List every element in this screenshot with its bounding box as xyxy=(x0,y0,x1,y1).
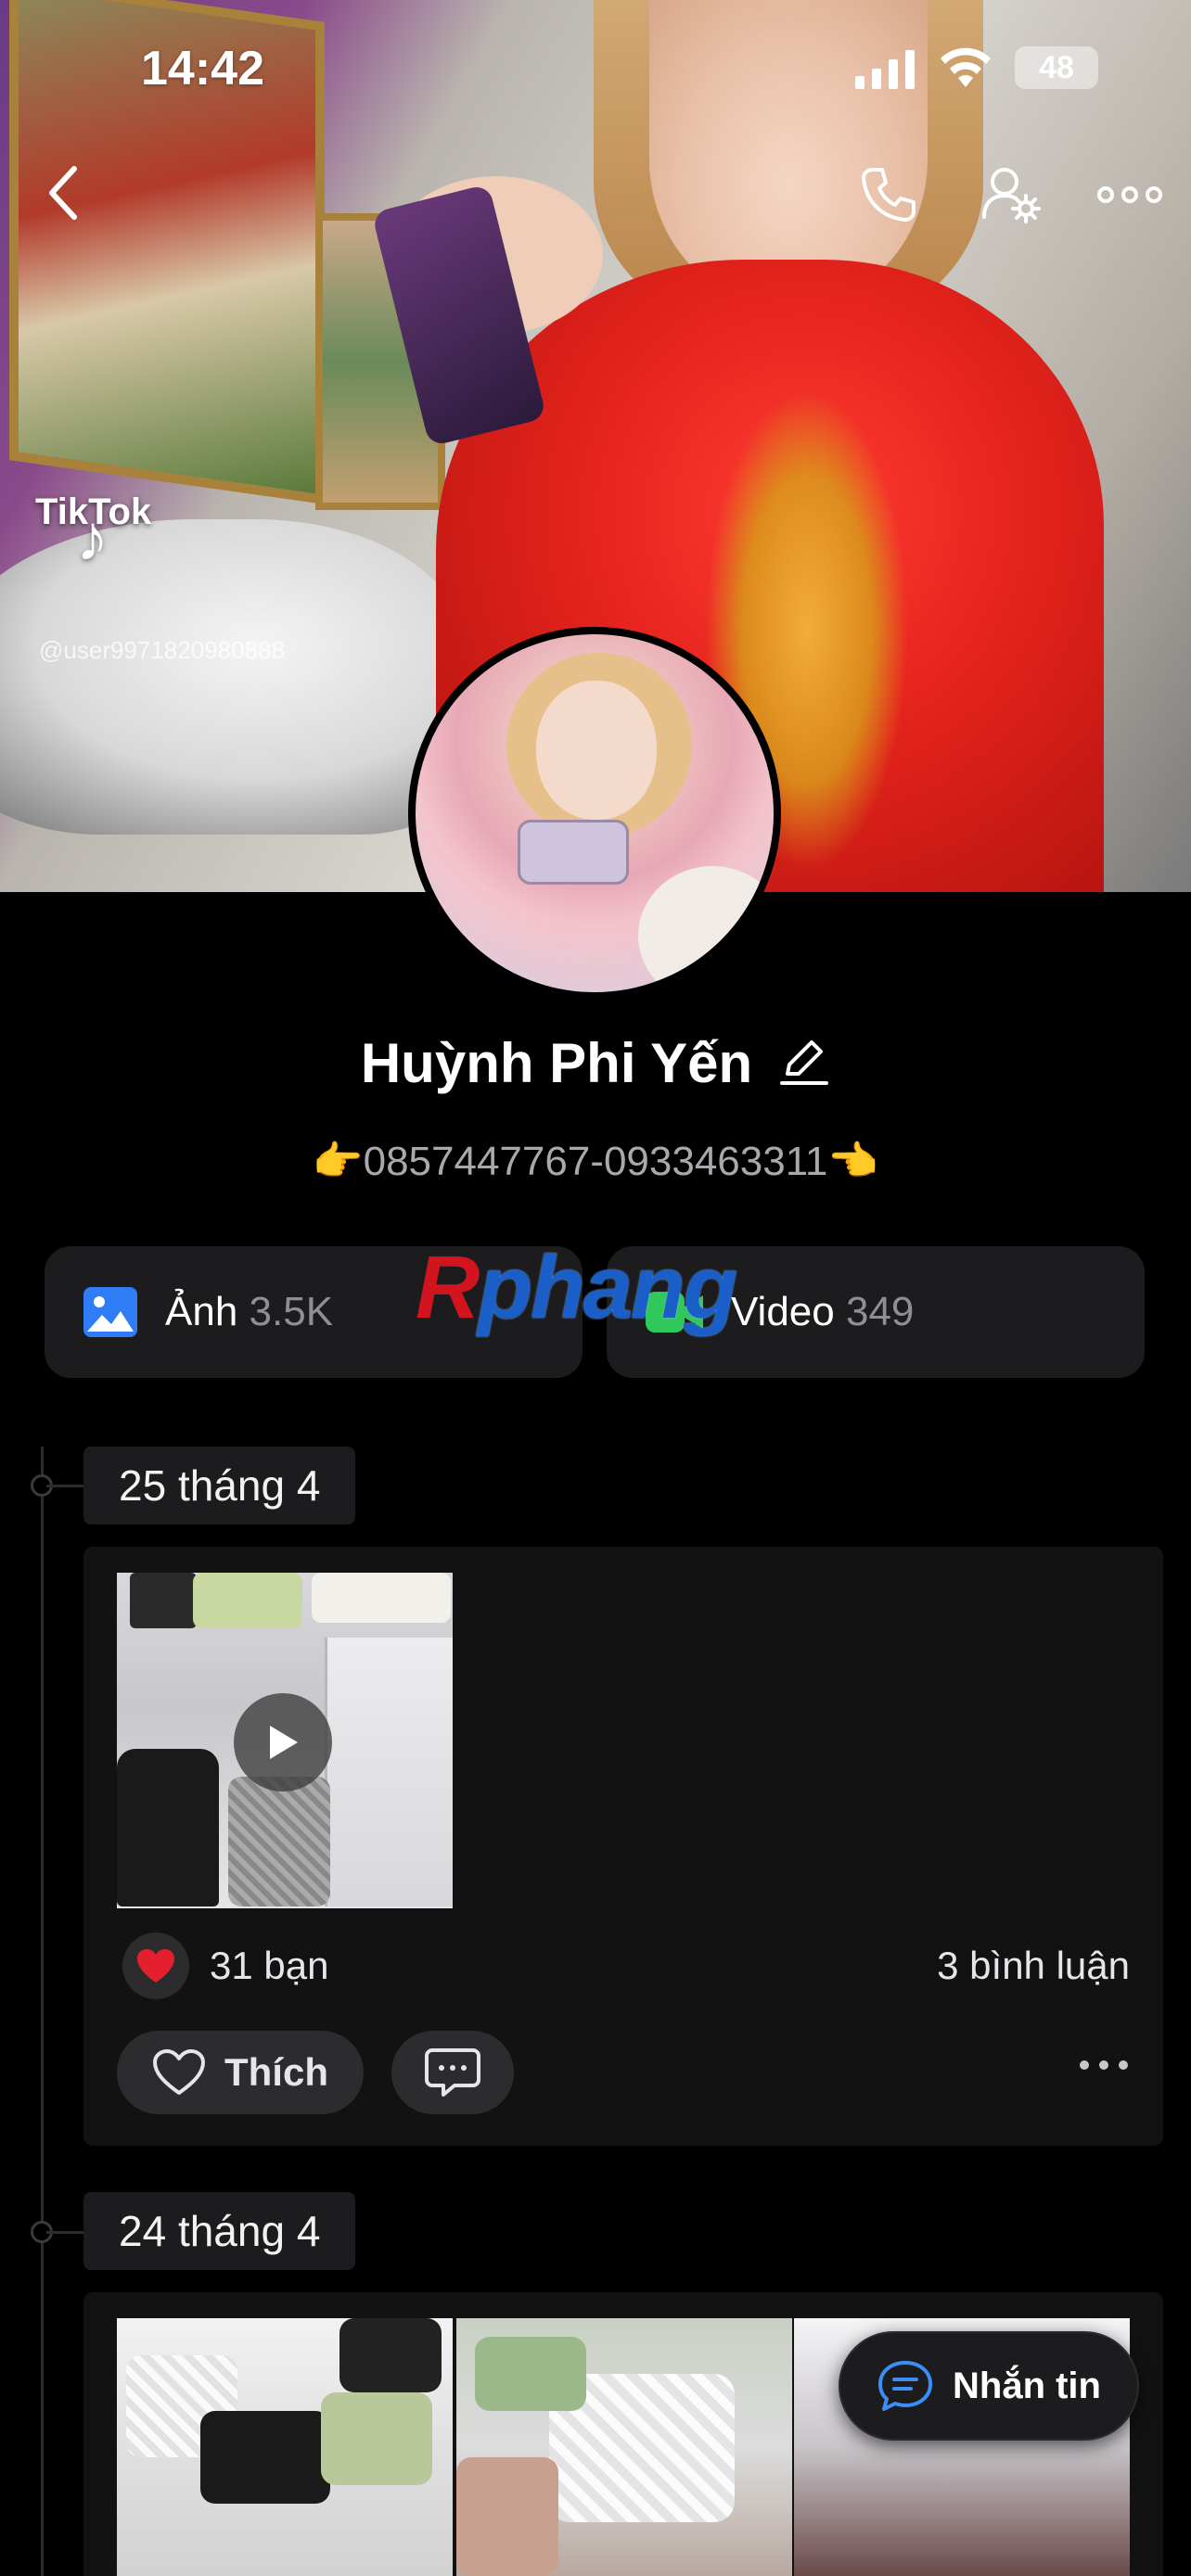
profile-settings-button[interactable] xyxy=(974,158,1048,232)
reaction-badge xyxy=(122,1932,189,1999)
pencil-icon xyxy=(780,1040,829,1085)
profile-name-row: Huỳnh Phi Yến xyxy=(0,1031,1191,1095)
phone-icon xyxy=(862,168,916,222)
photos-tab-count: 3.5K xyxy=(249,1289,334,1334)
cover-scooter xyxy=(0,519,464,835)
timeline-connector xyxy=(46,1485,83,1487)
thumb-bag xyxy=(117,1749,219,1906)
like-button-label: Thích xyxy=(224,2050,328,2094)
thumb-bag xyxy=(193,1573,302,1628)
chat-bubble-icon xyxy=(878,2361,932,2411)
watermark-rest: phang xyxy=(478,1238,737,1337)
thumb-bag xyxy=(130,1573,197,1628)
tiktok-logo-text: TikTok xyxy=(35,491,152,532)
thumb-bag xyxy=(475,2337,586,2411)
edit-name-button[interactable] xyxy=(778,1035,830,1091)
signal-icon xyxy=(855,48,916,94)
play-button[interactable] xyxy=(234,1693,332,1792)
avatar-face xyxy=(536,681,657,820)
more-horizontal-icon xyxy=(1097,186,1162,203)
video-thumbnail[interactable] xyxy=(117,1573,453,1908)
photos-tab-label: Ảnh xyxy=(165,1289,238,1334)
date-header: 24 tháng 4 xyxy=(83,2192,356,2270)
more-horizontal-icon xyxy=(1080,2060,1128,2070)
battery-indicator: 48 xyxy=(1015,46,1098,89)
thumb-drawer xyxy=(325,1638,453,1906)
post-more-button[interactable] xyxy=(1078,2059,1130,2076)
watermark-r: R xyxy=(416,1238,480,1337)
heart-outline-icon xyxy=(153,2049,205,2095)
heart-icon xyxy=(137,1949,174,1983)
like-button[interactable]: Thích xyxy=(117,2031,364,2114)
call-button[interactable] xyxy=(852,158,926,232)
status-time: 14:42 xyxy=(141,42,264,96)
profile-bio: 👉0857447767-0933463311👈 xyxy=(312,1139,879,1184)
videos-tab-label: Video xyxy=(731,1289,835,1334)
thumb-bag xyxy=(339,2318,442,2392)
reaction-count[interactable]: 31 bạn xyxy=(210,1944,328,1988)
timeline-line xyxy=(41,1447,44,2576)
comment-button[interactable] xyxy=(391,2031,514,2114)
thumb-bag xyxy=(200,2411,330,2504)
thumb-bag xyxy=(312,1573,451,1623)
photo-thumbnail[interactable] xyxy=(117,2318,453,2576)
back-button[interactable] xyxy=(33,158,93,228)
chevron-left-icon xyxy=(49,166,77,220)
photo-icon xyxy=(83,1287,137,1337)
play-icon xyxy=(270,1726,298,1759)
profile-name: Huỳnh Phi Yến xyxy=(360,1032,753,1094)
wifi-icon xyxy=(937,45,994,94)
thumb-bag xyxy=(228,1777,330,1906)
date-header: 25 tháng 4 xyxy=(83,1447,356,1524)
message-button-label: Nhắn tin xyxy=(953,2365,1101,2406)
watermark-logo: Rphang xyxy=(416,1237,737,1339)
more-options-button[interactable] xyxy=(1095,167,1165,223)
thumb-bag xyxy=(456,2457,558,2576)
message-button[interactable]: Nhắn tin xyxy=(839,2331,1139,2441)
avatar-phone xyxy=(518,820,629,885)
tiktok-username: @user9971820980888 xyxy=(39,636,285,664)
avatar-plush-toy xyxy=(638,866,774,992)
user-settings-icon xyxy=(982,168,1041,223)
thumb-bag xyxy=(321,2392,432,2485)
comment-count[interactable]: 3 bình luận xyxy=(937,1944,1130,1988)
post-card[interactable]: 31 bạn 3 bình luận Thích xyxy=(83,1547,1163,2146)
timeline-connector xyxy=(46,2231,83,2234)
videos-tab-count: 349 xyxy=(845,1289,915,1334)
profile-screen: ♪ TikTok @user9971820980888 14:42 48 Huỳ… xyxy=(0,0,1191,2576)
profile-avatar[interactable] xyxy=(408,627,781,1000)
comment-icon xyxy=(425,2048,480,2097)
photo-thumbnail[interactable] xyxy=(456,2318,792,2576)
